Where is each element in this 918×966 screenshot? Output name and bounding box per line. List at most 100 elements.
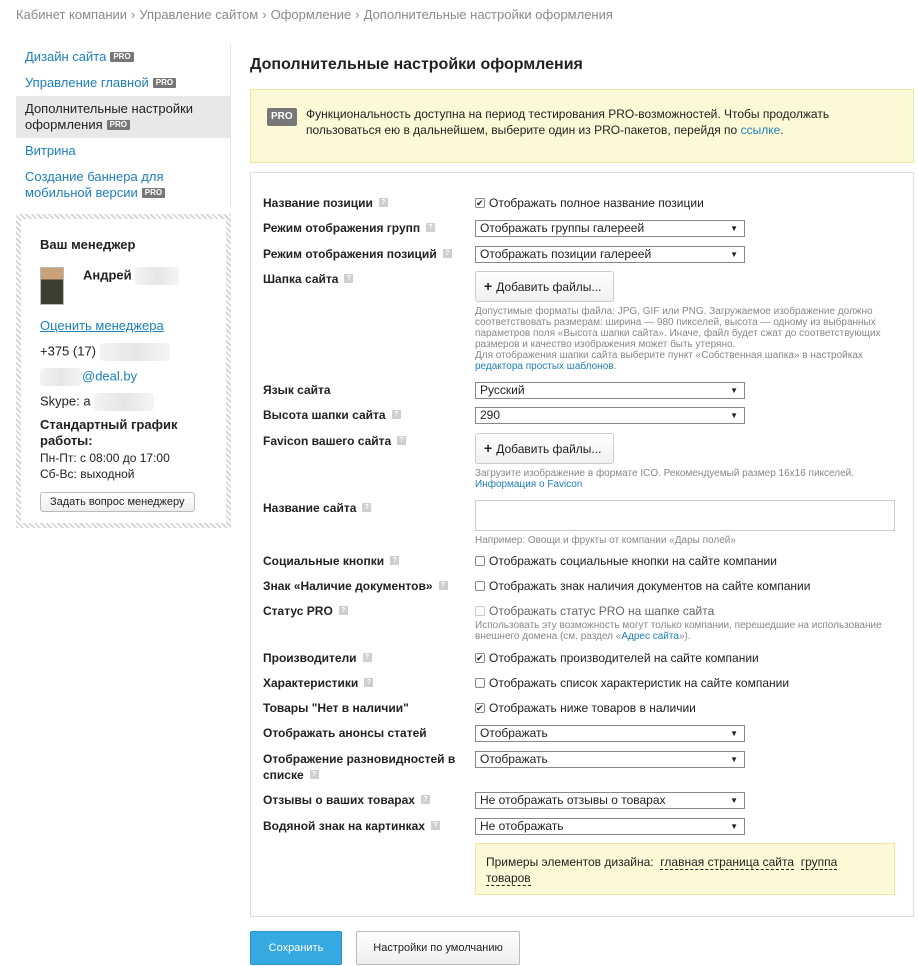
breadcrumb-current: Дополнительные настройки оформления: [363, 7, 613, 22]
out-of-stock-checkbox[interactable]: Отображать ниже товаров в наличии: [475, 700, 895, 716]
help-icon[interactable]: ?: [364, 678, 374, 688]
manager-name: Андрей: [83, 267, 180, 285]
sidebar-item-label[interactable]: Дизайн сайта: [25, 49, 106, 64]
favicon-info-link[interactable]: Информация о Favicon: [475, 479, 582, 490]
schedule-weekdays: Пн-Пт: с 08:00 до 17:00: [40, 451, 170, 465]
sidebar-item-label[interactable]: Витрина: [25, 143, 76, 158]
manager-card: Ваш менеджер Андрей Оценить менеджера +3…: [16, 214, 231, 528]
help-icon[interactable]: ?: [420, 795, 430, 805]
watermark-select[interactable]: Не отображать ▼: [475, 818, 745, 835]
help-icon[interactable]: ?: [426, 223, 436, 233]
help-icon[interactable]: ?: [362, 503, 372, 513]
manager-email-link[interactable]: @deal.by: [82, 368, 137, 383]
help-icon[interactable]: ?: [309, 770, 319, 780]
header-upload-button[interactable]: + Добавить файлы...: [475, 271, 615, 302]
manager-phone: +375 (17): [40, 343, 170, 361]
example-home-page-link[interactable]: главная страница сайта: [660, 855, 795, 870]
checkbox-checked[interactable]: [475, 700, 485, 716]
checkbox-unchecked[interactable]: [475, 555, 485, 566]
breadcrumb-separator: ›: [262, 7, 267, 22]
reset-defaults-button[interactable]: Настройки по умолчанию: [356, 931, 520, 965]
schedule-title: Стандартный график работы:: [40, 417, 178, 448]
help-icon[interactable]: ?: [442, 249, 452, 259]
manufacturers-checkbox[interactable]: Отображать производителей на сайте компа…: [475, 650, 895, 666]
checkbox-checked[interactable]: [475, 650, 485, 666]
social-buttons-checkbox[interactable]: Отображать социальные кнопки на сайте ко…: [475, 553, 895, 569]
help-icon[interactable]: ?: [438, 581, 448, 591]
position-name-checkbox[interactable]: Отображать полное название позиции: [475, 195, 895, 211]
checkbox-label: Отображать полное название позиции: [489, 196, 704, 210]
notice-link[interactable]: ссылке: [741, 123, 781, 137]
header-height-select[interactable]: 290 ▼: [475, 407, 745, 424]
sidebar-nav: Дизайн сайта PRO Управление главной PRO До…: [16, 44, 231, 206]
help-icon[interactable]: ?: [430, 821, 440, 831]
breadcrumb: Кабинет компании › Управление сайтом › Оформ…: [16, 7, 613, 22]
settings-form: Название позиции? Отображать полное назв…: [250, 172, 914, 917]
checkbox-unchecked[interactable]: [475, 580, 485, 591]
design-examples-box: Примеры элементов дизайна: главная стран…: [475, 843, 895, 895]
help-icon[interactable]: ?: [362, 653, 372, 663]
sidebar-item-home-management[interactable]: Управление главной PRO: [16, 70, 230, 96]
header-hint: Допустимые форматы файла: JPG, GIF или P…: [475, 306, 881, 372]
favicon-hint: Загрузите изображение в формате ICO. Рек…: [475, 468, 855, 490]
site-name-input[interactable]: [475, 500, 895, 531]
breadcrumb-separator: ›: [131, 7, 136, 22]
help-icon[interactable]: ?: [391, 410, 401, 420]
checkbox-unchecked[interactable]: [475, 677, 485, 688]
field-label: Режим отображения позиций?: [263, 246, 463, 262]
schedule-weekend: Сб-Вс: выходной: [40, 467, 135, 481]
blurred-text: [94, 393, 155, 411]
sidebar-item-mobile-banner[interactable]: Создание баннера для мобильной версии PRO: [16, 164, 230, 206]
dropdown-arrow-icon: ▼: [730, 729, 738, 738]
manager-title: Ваш менеджер: [40, 237, 136, 252]
help-icon[interactable]: ?: [397, 436, 407, 446]
variants-list-select[interactable]: Отображать ▼: [475, 751, 745, 768]
ask-manager-button[interactable]: Задать вопрос менеджеру: [40, 492, 195, 512]
dropdown-arrow-icon: ▼: [730, 796, 738, 805]
documents-sign-checkbox[interactable]: Отображать знак наличия документов на са…: [475, 578, 895, 594]
site-address-link[interactable]: Адрес сайта: [621, 631, 679, 642]
checkbox-disabled: [475, 605, 485, 616]
pro-badge: PRO: [141, 187, 166, 198]
simple-templates-editor-link[interactable]: редактора простых шаблонов: [475, 361, 614, 372]
field-label: Название позиции?: [263, 195, 463, 211]
pro-status-hint: Использовать эту возможность могут тольк…: [475, 620, 882, 642]
field-label: Характеристики?: [263, 675, 463, 691]
sidebar-item-site-design[interactable]: Дизайн сайта PRO: [16, 44, 230, 70]
help-icon[interactable]: ?: [390, 556, 400, 566]
groups-mode-select[interactable]: Отображать группы галереей ▼: [475, 220, 745, 237]
field-label: Высота шапки сайта?: [263, 407, 463, 423]
sidebar-item-label[interactable]: Управление главной: [25, 75, 149, 90]
reviews-select[interactable]: Не отображать отзывы о товарах ▼: [475, 792, 745, 809]
save-button[interactable]: Сохранить: [250, 931, 342, 965]
breadcrumb-design[interactable]: Оформление: [271, 7, 352, 22]
breadcrumb-site-management[interactable]: Управление сайтом: [139, 7, 258, 22]
article-announce-select[interactable]: Отображать ▼: [475, 725, 745, 742]
manager-avatar: [40, 267, 64, 305]
checkbox-checked[interactable]: [475, 195, 485, 211]
breadcrumb-company-cabinet[interactable]: Кабинет компании: [16, 7, 127, 22]
page-title: Дополнительные настройки оформления: [250, 56, 583, 73]
examples-prefix: Примеры элементов дизайна:: [486, 855, 654, 869]
manager-email[interactable]: @deal.by: [40, 368, 137, 386]
pro-badge: PRO: [106, 119, 130, 130]
help-icon[interactable]: ?: [344, 274, 354, 284]
help-icon[interactable]: ?: [378, 198, 388, 208]
plus-icon: +: [484, 440, 493, 456]
blurred-text: [40, 368, 82, 386]
favicon-upload-button[interactable]: + Добавить файлы...: [475, 433, 615, 464]
pro-status-checkbox: Отображать статус PRO на шапке сайта: [475, 603, 895, 619]
sidebar-item-showcase[interactable]: Витрина: [16, 138, 230, 164]
field-label: Социальные кнопки?: [263, 553, 463, 569]
notice-end: .: [780, 123, 784, 137]
characteristics-checkbox[interactable]: Отображать список характеристик на сайте…: [475, 675, 895, 691]
help-icon[interactable]: ?: [338, 606, 348, 616]
sidebar-item-extra-design-settings[interactable]: Дополнительные настройки оформления PRO: [16, 96, 230, 138]
field-label: Название сайта?: [263, 500, 463, 516]
breadcrumb-separator: ›: [355, 7, 360, 22]
language-select[interactable]: Русский ▼: [475, 382, 745, 399]
positions-mode-select[interactable]: Отображать позиции галереей ▼: [475, 246, 745, 263]
rate-manager-link[interactable]: Оценить менеджера: [40, 318, 164, 333]
field-label: Статус PRO?: [263, 603, 463, 619]
pro-badge: PRO: [152, 77, 177, 88]
